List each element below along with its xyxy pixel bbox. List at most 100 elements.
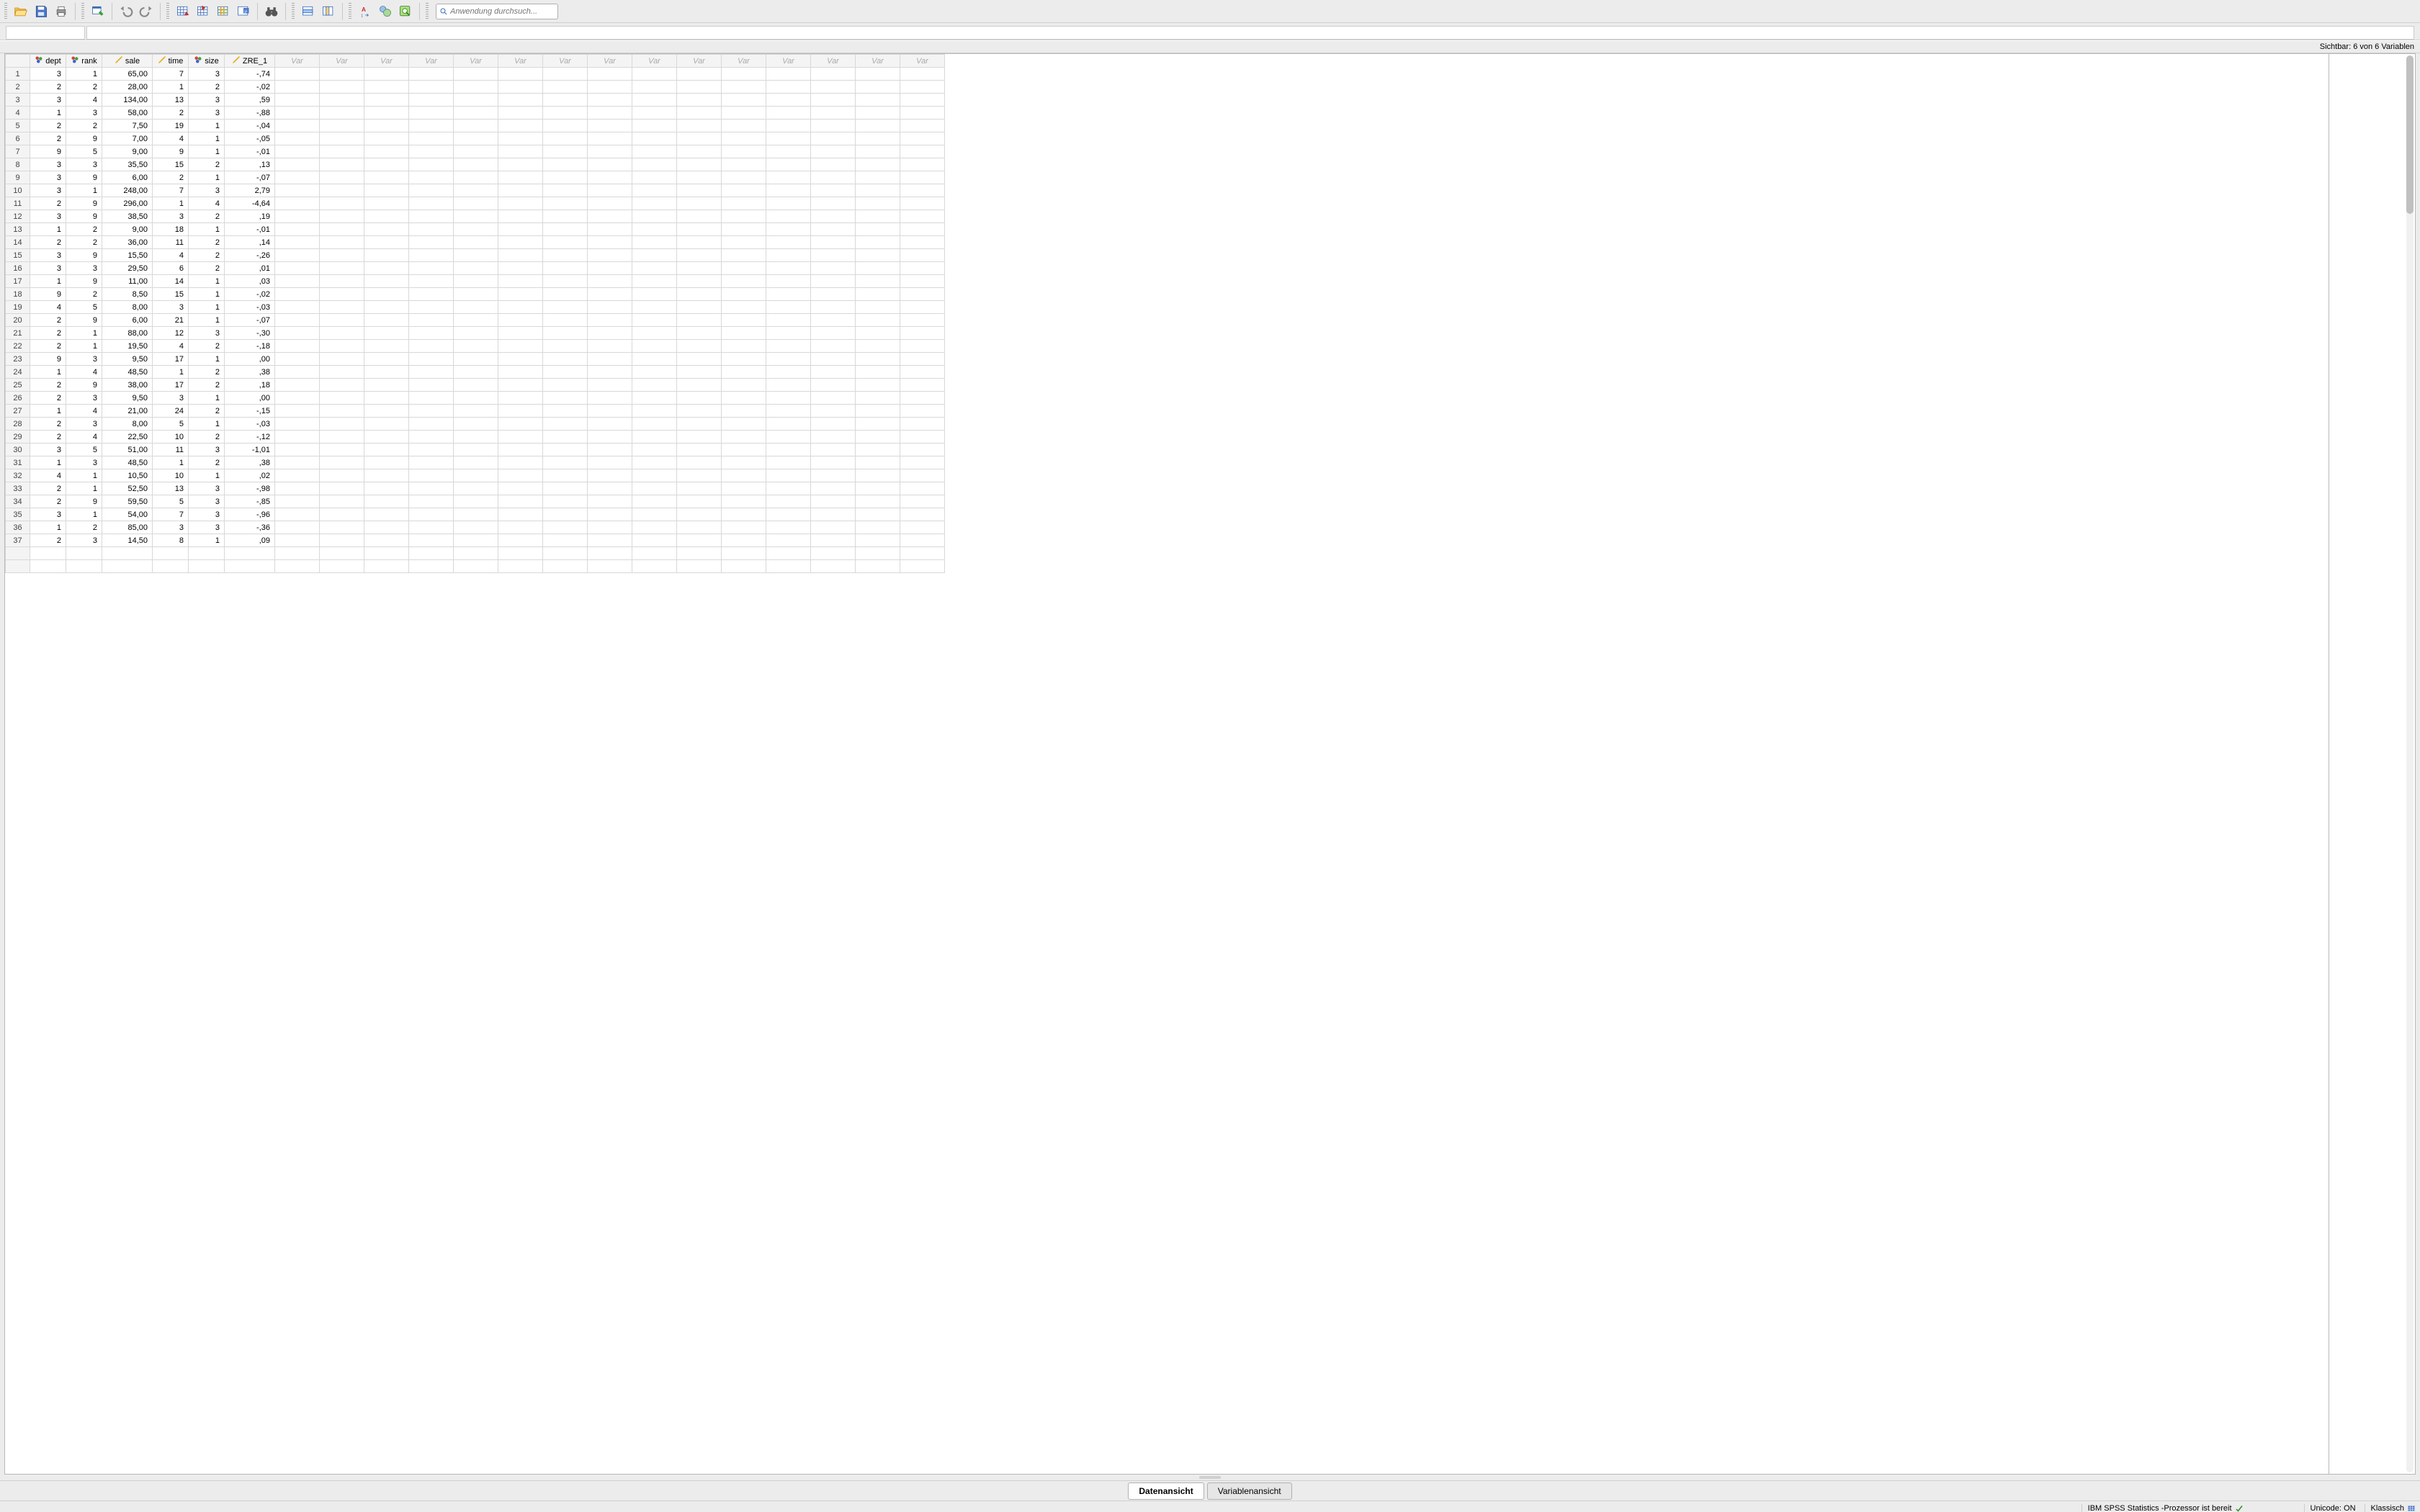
cell-empty[interactable]	[454, 327, 498, 340]
cell-sale[interactable]: 8,50	[102, 288, 153, 301]
table-row[interactable]: 271421,00242-,15	[6, 405, 945, 418]
cell-zre[interactable]: ,14	[225, 236, 275, 249]
cell-sale[interactable]: 22,50	[102, 431, 153, 444]
cell-empty[interactable]	[409, 145, 454, 158]
cell-time[interactable]: 3	[153, 392, 189, 405]
cell-empty[interactable]	[811, 431, 856, 444]
cell-empty[interactable]	[677, 547, 722, 560]
cell-empty[interactable]	[766, 132, 811, 145]
row-number[interactable]: 6	[6, 132, 30, 145]
cell-empty[interactable]	[498, 171, 543, 184]
cell-empty[interactable]	[364, 158, 409, 171]
cell-sale[interactable]: 51,00	[102, 444, 153, 456]
cell-empty[interactable]	[722, 158, 766, 171]
cell-empty[interactable]	[409, 288, 454, 301]
cell-sale[interactable]: 6,00	[102, 171, 153, 184]
cell-zre[interactable]: -,18	[225, 340, 275, 353]
cell-sale[interactable]: 52,50	[102, 482, 153, 495]
cell-empty[interactable]	[498, 94, 543, 107]
cell-empty[interactable]	[320, 340, 364, 353]
cell-empty[interactable]	[811, 495, 856, 508]
cell-empty[interactable]	[320, 366, 364, 379]
cell-empty[interactable]	[588, 236, 632, 249]
cell-empty[interactable]	[409, 223, 454, 236]
cell-empty[interactable]	[722, 171, 766, 184]
cell-empty[interactable]	[811, 340, 856, 353]
cell-empty[interactable]	[454, 249, 498, 262]
cell-empty[interactable]	[766, 262, 811, 275]
row-number[interactable]: 8	[6, 158, 30, 171]
cell-empty[interactable]	[811, 444, 856, 456]
cell-empty[interactable]	[811, 327, 856, 340]
cell-empty[interactable]	[856, 145, 900, 158]
cell-empty[interactable]	[900, 418, 945, 431]
cell-dept[interactable]: 3	[30, 68, 66, 81]
cell-size[interactable]: 2	[189, 456, 225, 469]
row-number[interactable]: 29	[6, 431, 30, 444]
cell-empty[interactable]	[409, 184, 454, 197]
cell-time[interactable]: 5	[153, 495, 189, 508]
cell-empty[interactable]	[543, 236, 588, 249]
cell-empty[interactable]	[900, 560, 945, 573]
cell-empty[interactable]	[588, 145, 632, 158]
cell-empty[interactable]	[856, 171, 900, 184]
cell-empty[interactable]	[811, 469, 856, 482]
cell-empty[interactable]	[677, 495, 722, 508]
cell-empty[interactable]	[677, 236, 722, 249]
cell-empty[interactable]	[766, 366, 811, 379]
cell-empty[interactable]	[409, 444, 454, 456]
cell-empty[interactable]	[543, 469, 588, 482]
cell-empty[interactable]	[856, 534, 900, 547]
cell-empty[interactable]	[856, 197, 900, 210]
cell-dept[interactable]: 4	[30, 469, 66, 482]
cell-empty[interactable]	[543, 210, 588, 223]
cell-zre[interactable]: -,12	[225, 431, 275, 444]
cell-empty[interactable]	[722, 405, 766, 418]
cell-empty[interactable]	[409, 236, 454, 249]
row-number[interactable]: 31	[6, 456, 30, 469]
cell-empty[interactable]	[677, 120, 722, 132]
cell-zre[interactable]: -,01	[225, 145, 275, 158]
cell-rank[interactable]: 3	[66, 158, 102, 171]
cell-empty[interactable]	[364, 236, 409, 249]
row-number[interactable]: 37	[6, 534, 30, 547]
cell-empty[interactable]	[677, 68, 722, 81]
cell-empty[interactable]	[498, 301, 543, 314]
table-row[interactable]: 142236,00112,14	[6, 236, 945, 249]
cell-size[interactable]: 1	[189, 132, 225, 145]
cell-empty[interactable]	[543, 431, 588, 444]
cell-empty[interactable]	[588, 418, 632, 431]
cell-empty[interactable]	[722, 327, 766, 340]
row-number[interactable]	[6, 547, 30, 560]
cell-empty[interactable]	[811, 262, 856, 275]
cell-dept[interactable]: 2	[30, 392, 66, 405]
cell-size[interactable]: 2	[189, 340, 225, 353]
cell-empty[interactable]	[364, 418, 409, 431]
cell-rank[interactable]: 1	[66, 327, 102, 340]
cell-empty[interactable]	[632, 444, 677, 456]
cell-empty[interactable]	[811, 521, 856, 534]
table-row[interactable]: 332152,50133-,98	[6, 482, 945, 495]
cell-empty[interactable]	[856, 431, 900, 444]
cell-empty[interactable]	[454, 444, 498, 456]
cell-zre[interactable]: 2,79	[225, 184, 275, 197]
cell-empty[interactable]	[409, 379, 454, 392]
cell-empty[interactable]	[856, 288, 900, 301]
cell-empty[interactable]	[498, 392, 543, 405]
cell-dept[interactable]: 2	[30, 495, 66, 508]
cell-empty[interactable]	[856, 521, 900, 534]
cell-empty[interactable]	[454, 197, 498, 210]
cell-empty[interactable]	[364, 405, 409, 418]
toolbar-grip[interactable]	[4, 3, 7, 20]
cell-size[interactable]: 4	[189, 197, 225, 210]
cell-dept[interactable]: 4	[30, 301, 66, 314]
cell-empty[interactable]	[632, 560, 677, 573]
cell-sale[interactable]: 36,00	[102, 236, 153, 249]
cell-empty[interactable]	[856, 482, 900, 495]
cell-empty[interactable]	[454, 534, 498, 547]
cell-empty[interactable]	[498, 81, 543, 94]
cell-empty[interactable]	[409, 81, 454, 94]
grid-scroll-region[interactable]: deptranksaletimesizeZRE_1VarVarVarVarVar…	[5, 54, 2329, 1474]
cell-zre[interactable]: -,04	[225, 120, 275, 132]
table-row[interactable]: 353154,0073-,96	[6, 508, 945, 521]
